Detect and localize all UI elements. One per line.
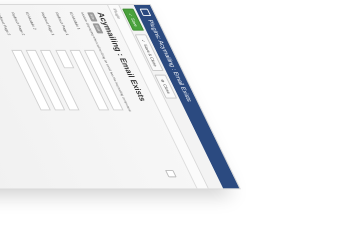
close-label: Close (162, 84, 173, 94)
plugin-icon (139, 8, 152, 17)
breadcrumb-item: Plugin (112, 8, 123, 19)
screenshot-stage: Plugins: Acymailing : Email Exists ✓ Sav… (0, 0, 343, 240)
save-icon: ✓ (127, 13, 135, 17)
save-label: Save (130, 18, 140, 27)
save-close-icon: ✓ (140, 39, 148, 43)
close-icon: ⊗ (160, 79, 167, 83)
